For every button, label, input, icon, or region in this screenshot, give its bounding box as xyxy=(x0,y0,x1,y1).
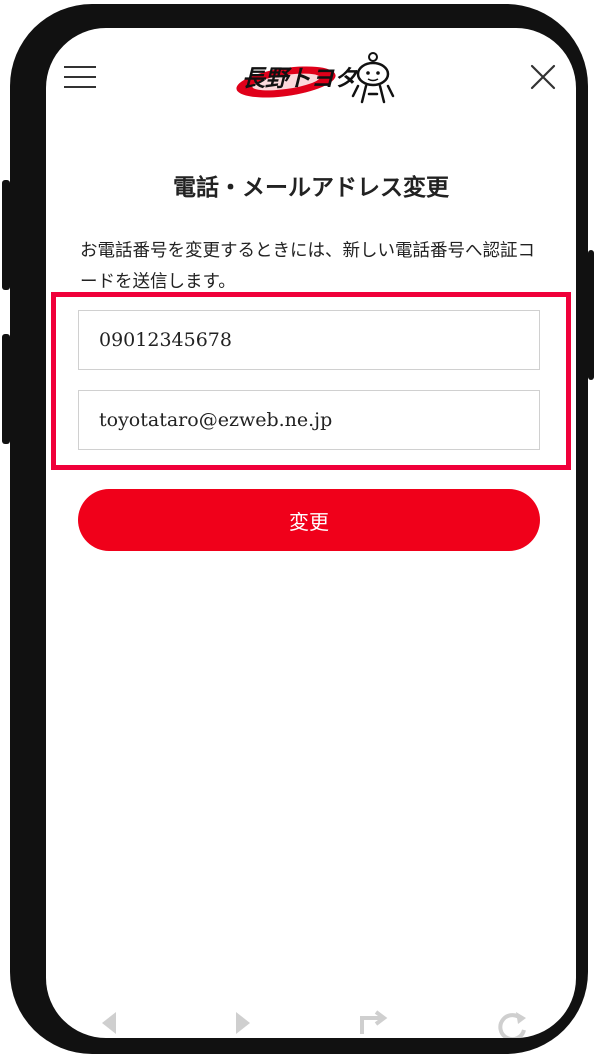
back-icon[interactable] xyxy=(96,1008,120,1038)
phone-number-input[interactable] xyxy=(78,310,540,370)
side-button-left-bottom xyxy=(2,334,10,444)
forward-icon[interactable] xyxy=(232,1008,256,1038)
phone-frame: 長野トヨタ 電話・メールアドレス変更 お電話番号を変更するときには、新しい電話番… xyxy=(2,4,594,1054)
page-description: お電話番号を変更するときには、新しい電話番号へ認証コードを送信します。 xyxy=(80,241,535,292)
close-icon[interactable] xyxy=(528,62,558,92)
browser-toolbar xyxy=(46,1008,576,1038)
page-title: 電話・メールアドレス変更 xyxy=(173,175,449,201)
side-button-left-top xyxy=(2,180,10,290)
change-button[interactable]: 変更 xyxy=(78,489,540,551)
side-button-right xyxy=(588,250,594,380)
email-input[interactable] xyxy=(78,390,540,450)
screen: 長野トヨタ 電話・メールアドレス変更 お電話番号を変更するときには、新しい電話番… xyxy=(46,28,576,1038)
menu-icon[interactable] xyxy=(64,66,96,88)
mascot-icon xyxy=(350,50,396,104)
share-icon[interactable] xyxy=(358,1008,398,1038)
svg-text:長野トヨタ: 長野トヨタ xyxy=(242,65,359,92)
refresh-icon[interactable] xyxy=(492,1008,528,1038)
